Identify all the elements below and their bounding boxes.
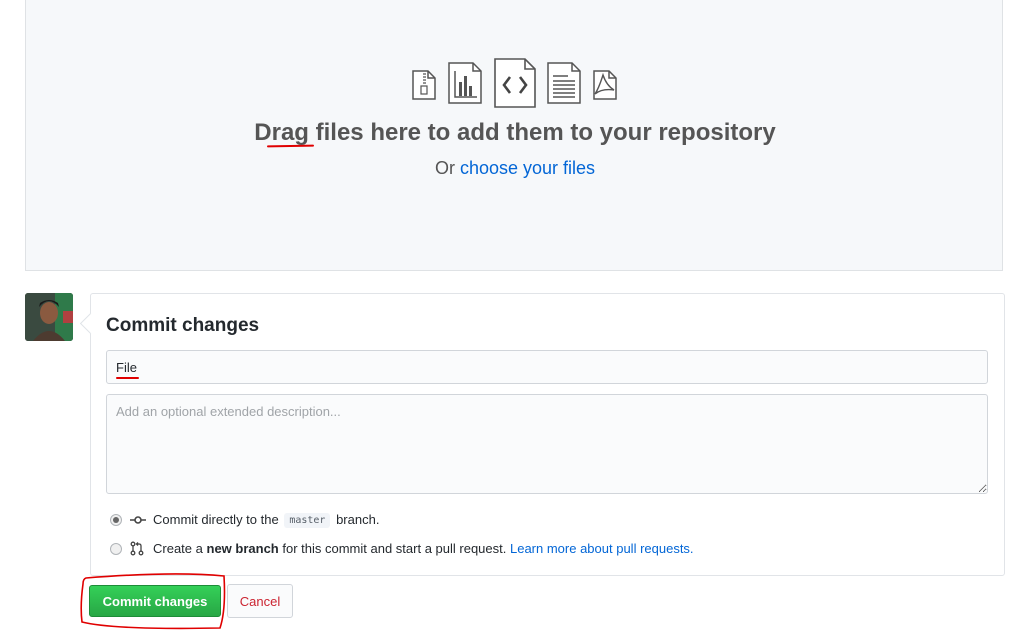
avatar[interactable] [25, 293, 73, 341]
commit-direct-radio[interactable] [110, 514, 122, 526]
new-branch-radio[interactable] [110, 543, 122, 555]
cancel-button[interactable]: Cancel [227, 584, 293, 618]
learn-more-pull-requests-link[interactable]: Learn more about pull requests. [510, 541, 694, 556]
pull-request-icon [130, 541, 144, 556]
code-file-icon [494, 58, 536, 108]
annotation-underline-file [116, 377, 139, 379]
commit-direct-prefix: Commit directly to the [153, 512, 279, 527]
pdf-file-icon [593, 70, 617, 100]
new-branch-prefix: Create a [153, 541, 203, 556]
new-branch-suffix: for this commit and start a pull request… [282, 541, 507, 556]
git-commit-icon [130, 516, 146, 524]
new-branch-bold: new branch [206, 541, 279, 556]
choose-files-line: Or choose your files [0, 158, 1023, 179]
branch-name-badge: master [284, 513, 331, 528]
commit-direct-suffix: branch. [336, 512, 380, 527]
choose-files-link[interactable]: choose your files [460, 158, 595, 178]
new-branch-label: Create a new branch for this commit and … [153, 541, 694, 556]
commit-heading: Commit changes [106, 315, 260, 336]
commit-description-input[interactable] [106, 394, 988, 494]
commit-direct-label: Commit directly to the master branch. [153, 512, 379, 529]
file-type-icons [411, 58, 621, 110]
annotation-circle-commit [80, 573, 226, 630]
zip-file-icon [412, 70, 436, 100]
commit-summary-input[interactable] [106, 350, 988, 384]
text-file-icon [547, 62, 581, 104]
chart-file-icon [448, 62, 482, 104]
drop-zone-title: Drag files here to add them to your repo… [254, 119, 776, 146]
or-label: Or [434, 158, 455, 178]
